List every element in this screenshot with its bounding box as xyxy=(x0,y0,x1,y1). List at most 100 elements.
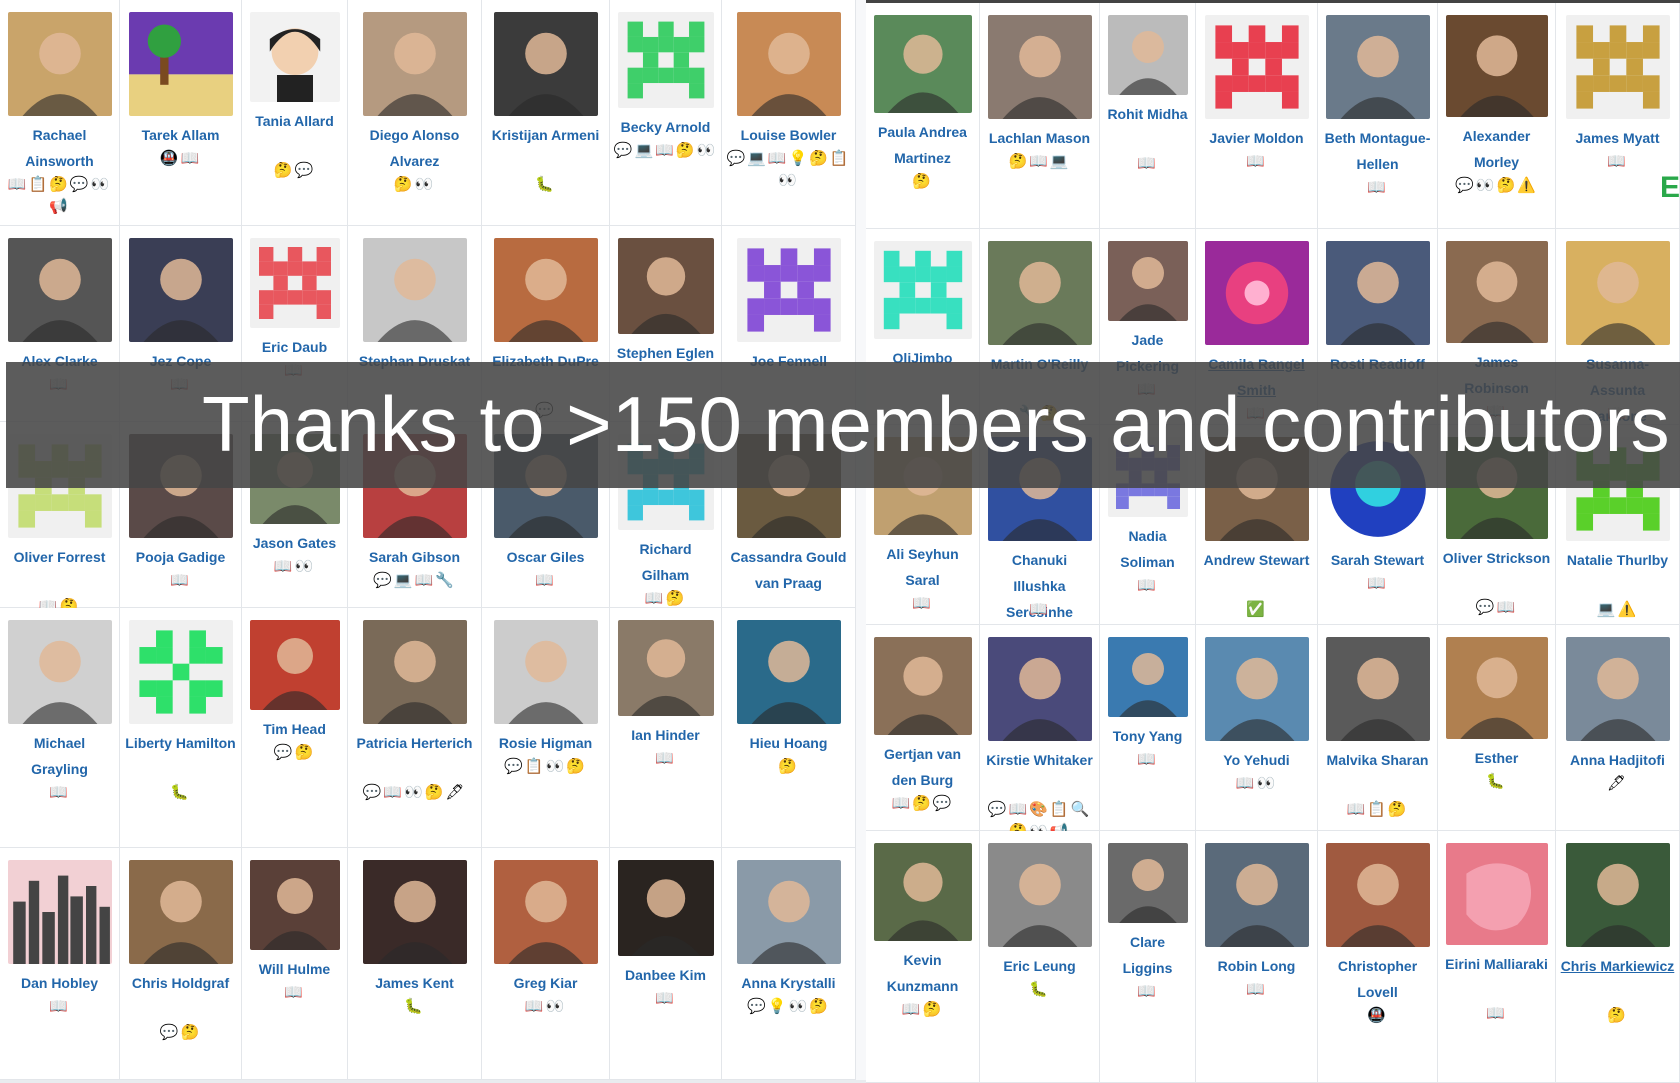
contributor-name-javier-moldon[interactable]: Javier Moldon xyxy=(1200,125,1313,151)
avatar[interactable] xyxy=(249,620,340,710)
contributor-name-cassandra-gould-van-praag[interactable]: Cassandra Gould van Praag xyxy=(726,544,851,596)
avatar[interactable] xyxy=(249,860,340,950)
avatar[interactable] xyxy=(128,12,233,116)
contributor-name-kristijan-armeni[interactable]: Kristijan Armeni xyxy=(486,122,605,148)
avatar[interactable] xyxy=(1445,637,1548,739)
avatar[interactable] xyxy=(987,637,1092,741)
contributor-name-kevin-kunzmann[interactable]: Kevin Kunzmann xyxy=(870,947,975,999)
avatar[interactable] xyxy=(736,12,841,116)
avatar[interactable] xyxy=(362,620,467,724)
contributor-name-danbee-kim[interactable]: Danbee Kim xyxy=(614,962,717,988)
contributor-name-lachlan-mason[interactable]: Lachlan Mason xyxy=(984,125,1095,151)
avatar[interactable] xyxy=(362,12,467,116)
contributor-name-tarek-allam[interactable]: Tarek Allam xyxy=(124,122,237,148)
contributor-name-kirstie-whitaker[interactable]: Kirstie Whitaker xyxy=(984,747,1095,773)
contributor-name-rosie-higman[interactable]: Rosie Higman xyxy=(486,730,605,756)
avatar[interactable] xyxy=(617,238,714,334)
avatar[interactable] xyxy=(1325,843,1430,947)
contributor-name-nadia-soliman[interactable]: Nadia Soliman xyxy=(1104,523,1191,575)
contributor-name-patricia-herterich[interactable]: Patricia Herterich xyxy=(352,730,477,756)
contributor-name-sarah-gibson[interactable]: Sarah Gibson xyxy=(352,544,477,570)
contributor-name-alexander-morley[interactable]: Alexander Morley xyxy=(1442,123,1551,175)
contributor-name-paula-andrea-martinez[interactable]: Paula Andrea Martinez xyxy=(870,119,975,171)
contributor-name-oscar-giles[interactable]: Oscar Giles xyxy=(486,544,605,570)
avatar[interactable] xyxy=(1445,843,1548,945)
contributor-name-christopher-lovell[interactable]: Christopher Lovell xyxy=(1322,953,1433,1005)
avatar[interactable] xyxy=(1445,241,1548,343)
avatar[interactable] xyxy=(249,238,340,328)
avatar[interactable] xyxy=(873,637,972,735)
contributor-name-oliver-forrest[interactable]: Oliver Forrest xyxy=(4,544,115,570)
avatar[interactable] xyxy=(617,860,714,956)
avatar[interactable] xyxy=(128,860,233,964)
contributor-name-tony-yang[interactable]: Tony Yang xyxy=(1104,723,1191,749)
avatar[interactable] xyxy=(617,620,714,716)
avatar[interactable] xyxy=(362,860,467,964)
contributor-name-ian-hinder[interactable]: Ian Hinder xyxy=(614,722,717,748)
contributor-name-andrew-stewart[interactable]: Andrew Stewart xyxy=(1200,547,1313,573)
avatar[interactable] xyxy=(7,238,112,342)
contributor-name-will-hulme[interactable]: Will Hulme xyxy=(246,956,343,982)
avatar[interactable] xyxy=(873,843,972,941)
avatar[interactable] xyxy=(987,241,1092,345)
avatar[interactable] xyxy=(128,238,233,342)
avatar[interactable] xyxy=(736,620,841,724)
contributor-name-natalie-thurlby[interactable]: Natalie Thurlby xyxy=(1560,547,1675,573)
contributor-name-greg-kiar[interactable]: Greg Kiar xyxy=(486,970,605,996)
avatar[interactable] xyxy=(1204,15,1309,119)
contributor-name-sarah-stewart[interactable]: Sarah Stewart xyxy=(1322,547,1433,573)
avatar[interactable] xyxy=(987,843,1092,947)
avatar[interactable] xyxy=(1204,241,1309,345)
avatar[interactable] xyxy=(493,238,598,342)
contributor-name-dan-hobley[interactable]: Dan Hobley xyxy=(4,970,115,996)
avatar[interactable] xyxy=(617,12,714,108)
contributor-name-oliver-strickson[interactable]: Oliver Strickson xyxy=(1442,545,1551,571)
contributor-name-rohit-midha[interactable]: Rohit Midha xyxy=(1104,101,1191,127)
avatar[interactable] xyxy=(249,12,340,102)
contributor-name-tania-allard[interactable]: Tania Allard xyxy=(246,108,343,134)
contributor-name-ali-seyhun-saral[interactable]: Ali Seyhun Saral xyxy=(870,541,975,593)
avatar[interactable] xyxy=(1565,241,1670,345)
contributor-name-louise-bowler[interactable]: Louise Bowler xyxy=(726,122,851,148)
contributor-name-anna-hadjitofi[interactable]: Anna Hadjitofi xyxy=(1560,747,1675,773)
contributor-name-james-kent[interactable]: James Kent xyxy=(352,970,477,996)
avatar[interactable] xyxy=(128,620,233,724)
avatar[interactable] xyxy=(1107,843,1188,923)
avatar[interactable] xyxy=(1204,843,1309,947)
avatar[interactable] xyxy=(1107,637,1188,717)
contributor-name-michael-grayling[interactable]: Michael Grayling xyxy=(4,730,115,782)
avatar[interactable] xyxy=(1565,15,1670,119)
contributor-name-esther[interactable]: Esther xyxy=(1442,745,1551,771)
contributor-name-clare-liggins[interactable]: Clare Liggins xyxy=(1104,929,1191,981)
contributor-name-diego-alonso-alvarez[interactable]: Diego Alonso Alvarez xyxy=(352,122,477,174)
avatar[interactable] xyxy=(873,15,972,113)
avatar[interactable] xyxy=(1565,843,1670,947)
avatar[interactable] xyxy=(1325,15,1430,119)
avatar[interactable] xyxy=(493,620,598,724)
contributor-name-malvika-sharan[interactable]: Malvika Sharan xyxy=(1322,747,1433,773)
contributor-name-beth-montague-hellen[interactable]: Beth Montague-Hellen xyxy=(1322,125,1433,177)
contributor-name-chris-markiewicz[interactable]: Chris Markiewicz xyxy=(1560,953,1675,979)
avatar[interactable] xyxy=(1565,637,1670,741)
avatar[interactable] xyxy=(1107,15,1188,95)
avatar[interactable] xyxy=(1107,241,1188,321)
avatar[interactable] xyxy=(7,860,112,964)
contributor-name-becky-arnold[interactable]: Becky Arnold xyxy=(614,114,717,140)
avatar[interactable] xyxy=(7,620,112,724)
contributor-name-hieu-hoang[interactable]: Hieu Hoang xyxy=(726,730,851,756)
contributor-name-pooja-gadige[interactable]: Pooja Gadige xyxy=(124,544,237,570)
avatar[interactable] xyxy=(493,12,598,116)
contributor-name-jason-gates[interactable]: Jason Gates xyxy=(246,530,343,556)
avatar[interactable] xyxy=(493,860,598,964)
avatar[interactable] xyxy=(873,241,972,339)
avatar[interactable] xyxy=(7,12,112,116)
contributor-name-gertjan-van-den-burg[interactable]: Gertjan van den Burg xyxy=(870,741,975,793)
contributor-name-chris-holdgraf[interactable]: Chris Holdgraf xyxy=(124,970,237,996)
contributor-name-eirini-malliaraki[interactable]: Eirini Malliaraki xyxy=(1442,951,1551,977)
avatar[interactable] xyxy=(1325,637,1430,741)
contributor-name-yo-yehudi[interactable]: Yo Yehudi xyxy=(1200,747,1313,773)
contributor-name-liberty-hamilton[interactable]: Liberty Hamilton xyxy=(124,730,237,756)
avatar[interactable] xyxy=(987,15,1092,119)
contributor-name-eric-leung[interactable]: Eric Leung xyxy=(984,953,1095,979)
avatar[interactable] xyxy=(736,238,841,342)
